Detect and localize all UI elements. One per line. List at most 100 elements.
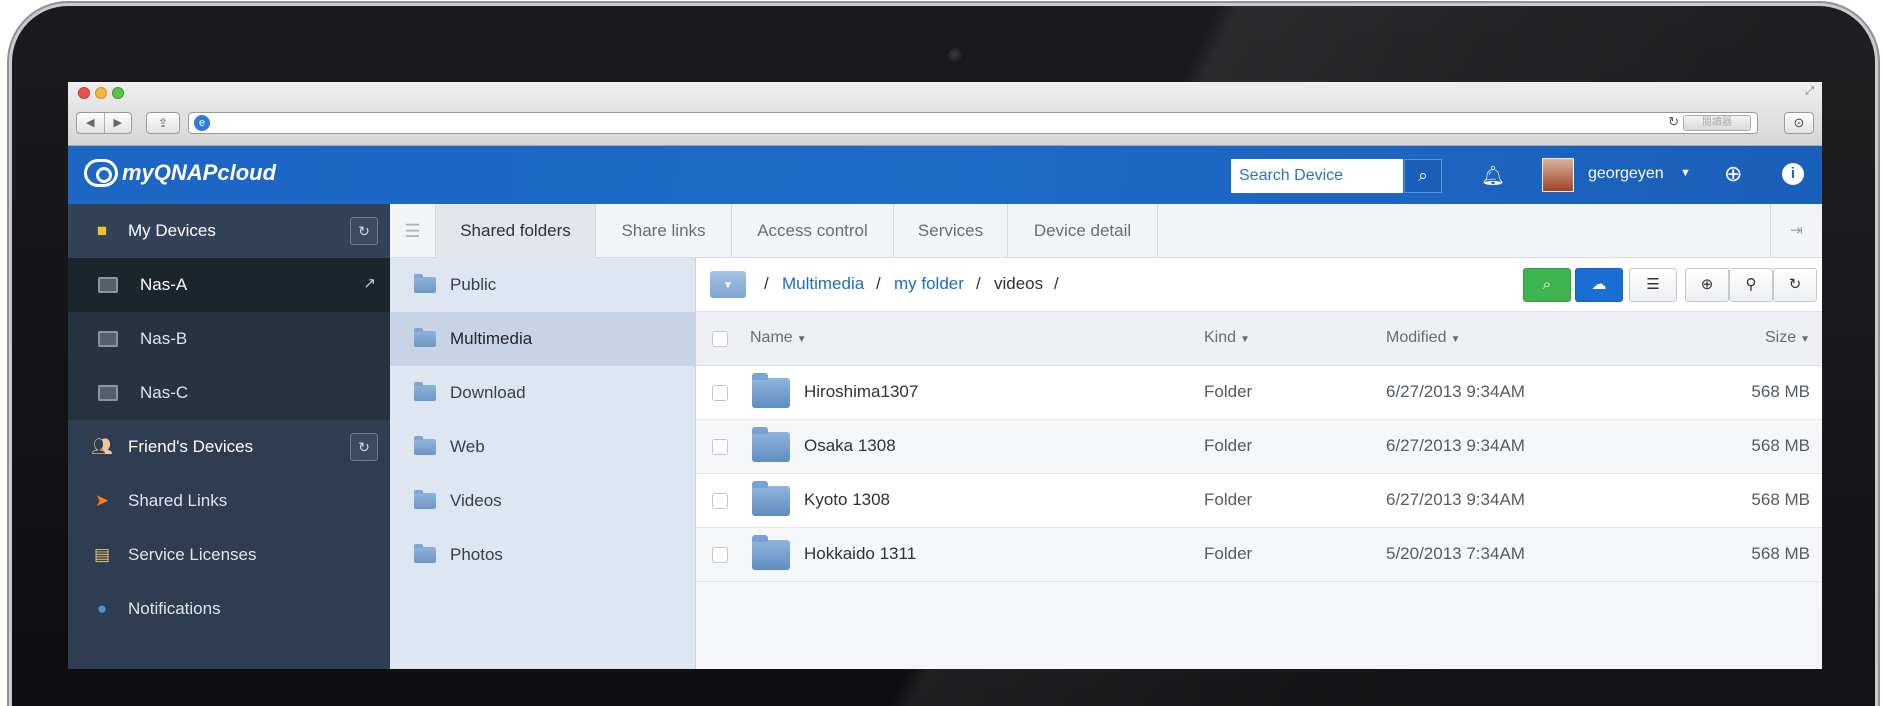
column-modified[interactable]: Modified ▼ xyxy=(1386,329,1460,347)
tab-device-detail[interactable]: Device detail xyxy=(1008,204,1158,258)
sidebar-item-label: Shared Links xyxy=(128,491,228,510)
table-row[interactable]: Hokkaido 1311 Folder 5/20/2013 7:34AM 56… xyxy=(696,528,1822,582)
file-list-header: Name ▼ Kind ▼ Modified ▼ Size ▼ xyxy=(696,312,1822,366)
logo-cloud-icon xyxy=(84,159,118,187)
logo[interactable]: myQNAPcloud xyxy=(84,159,276,187)
sidebar-device-nas-a[interactable]: Nas-A ↗ xyxy=(68,258,390,312)
sort-caret-icon: ▼ xyxy=(796,334,807,345)
address-bar[interactable]: e ↻ 閱讀器 xyxy=(188,112,1758,134)
refresh-files-icon[interactable]: ↻ xyxy=(1773,268,1817,302)
upload-cloud-button[interactable]: ☁ xyxy=(1575,268,1623,302)
sidebar-item-my-devices[interactable]: ■ My Devices ↻ xyxy=(68,204,390,258)
row-checkbox[interactable] xyxy=(712,547,728,563)
tab-access-control[interactable]: Access control xyxy=(732,204,894,258)
external-link-icon[interactable]: ↗ xyxy=(363,274,376,292)
column-name[interactable]: Name ▼ xyxy=(750,329,807,347)
file-kind: Folder xyxy=(1204,544,1253,563)
fullscreen-icon[interactable]: ⤢ xyxy=(1805,85,1814,98)
table-row[interactable]: Kyoto 1308 Folder 6/27/2013 9:34AM 568 M… xyxy=(696,474,1822,528)
folder-icon xyxy=(414,328,436,347)
webcam xyxy=(948,48,964,64)
sidebar-item-friends-devices[interactable]: 👥︎ Friend's Devices ↻ xyxy=(68,420,390,474)
row-checkbox[interactable] xyxy=(712,439,728,455)
file-name[interactable]: Hokkaido 1311 xyxy=(804,544,916,564)
tab-services[interactable]: Services xyxy=(894,204,1008,258)
select-all-checkbox[interactable] xyxy=(712,331,728,347)
bell-icon[interactable]: 🔔︎ xyxy=(1481,164,1505,188)
breadcrumb: ▼ / Multimedia / my folder / videos / ⌕ … xyxy=(696,258,1822,312)
username[interactable]: georgeyen xyxy=(1588,165,1664,183)
folder-item-photos[interactable]: Photos xyxy=(390,528,696,582)
add-icon[interactable]: ⊕ xyxy=(1685,268,1729,302)
folder-label: Public xyxy=(450,275,497,294)
row-checkbox[interactable] xyxy=(712,493,728,509)
sort-caret-icon: ▼ xyxy=(1450,334,1461,345)
sidebar-item-notifications[interactable]: ● Notifications xyxy=(68,582,390,636)
folder-icon xyxy=(414,382,436,401)
folder-icon xyxy=(752,427,790,462)
folder-icon xyxy=(414,490,436,509)
sidebar-item-label: Friend's Devices xyxy=(128,437,254,456)
cube-icon: ■ xyxy=(96,221,108,240)
list-view-button[interactable]: ☰ xyxy=(1629,268,1677,302)
sidebar-device-nas-c[interactable]: Nas-C xyxy=(68,366,390,420)
screen: ⤢ ◀ ▶ ⇪ e ↻ 閱讀器 ⊙ myQNAPcloud ⌕ 🔔︎ georg xyxy=(68,82,1822,669)
table-row[interactable]: Hiroshima1307 Folder 6/27/2013 9:34AM 56… xyxy=(696,366,1822,420)
file-name[interactable]: Hiroshima1307 xyxy=(804,382,918,402)
reader-button[interactable]: 閱讀器 xyxy=(1683,115,1751,131)
pin-icon[interactable]: ⚲ xyxy=(1729,268,1773,302)
refresh-icon[interactable]: ↻ xyxy=(350,433,378,461)
globe-icon[interactable]: ⊕ xyxy=(1724,162,1742,186)
folder-label: Web xyxy=(450,437,485,456)
breadcrumb-my-folder[interactable]: my folder xyxy=(894,274,964,294)
file-size: 568 MB xyxy=(1751,544,1810,563)
breadcrumb-multimedia[interactable]: Multimedia xyxy=(782,274,864,294)
zoom-window-button[interactable] xyxy=(112,87,124,99)
info-icon[interactable]: i xyxy=(1782,163,1804,185)
column-kind[interactable]: Kind ▼ xyxy=(1204,329,1250,347)
chevron-down-icon[interactable]: ▼ xyxy=(1680,167,1691,179)
downloads-icon[interactable]: ⊙ xyxy=(1784,112,1814,134)
sort-caret-icon: ▼ xyxy=(1240,334,1250,345)
folder-item-videos[interactable]: Videos xyxy=(390,474,696,528)
sort-caret-icon: ▼ xyxy=(1800,334,1810,345)
browser-toolbar: ⤢ ◀ ▶ ⇪ e ↻ 閱讀器 ⊙ xyxy=(68,82,1822,146)
tab-share-links[interactable]: Share links xyxy=(596,204,732,258)
collapse-panel-icon[interactable]: ☰ xyxy=(390,204,436,258)
reload-icon[interactable]: ↻ xyxy=(1668,114,1679,130)
column-label: Size xyxy=(1764,329,1797,346)
notification-bell-icon: ● xyxy=(96,599,108,618)
folder-item-download[interactable]: Download xyxy=(390,366,696,420)
row-checkbox[interactable] xyxy=(712,385,728,401)
file-name[interactable]: Osaka 1308 xyxy=(804,436,896,456)
search-files-button[interactable]: ⌕ xyxy=(1523,268,1571,302)
folder-dropdown-icon[interactable]: ▼ xyxy=(710,271,746,298)
close-window-button[interactable] xyxy=(78,87,90,99)
folder-label: Download xyxy=(450,383,526,402)
back-icon[interactable]: ◀ xyxy=(77,113,104,133)
share-icon[interactable]: ⇪ xyxy=(146,112,180,134)
search-icon[interactable]: ⌕ xyxy=(1404,159,1442,193)
sidebar-item-label: My Devices xyxy=(128,221,216,240)
column-size[interactable]: Size ▼ xyxy=(1765,329,1810,347)
refresh-icon[interactable]: ↻ xyxy=(350,217,378,245)
file-modified: 6/27/2013 9:34AM xyxy=(1386,490,1525,509)
forward-icon[interactable]: ▶ xyxy=(103,113,132,133)
folder-item-multimedia[interactable]: Multimedia xyxy=(390,312,696,366)
logout-icon[interactable]: ⇥ xyxy=(1770,204,1822,258)
nas-device-icon xyxy=(98,385,118,401)
sidebar-device-nas-b[interactable]: Nas-B xyxy=(68,312,390,366)
search-device-input[interactable] xyxy=(1231,159,1403,193)
sidebar-item-service-licenses[interactable]: ▤ Service Licenses xyxy=(68,528,390,582)
table-row[interactable]: Osaka 1308 Folder 6/27/2013 9:34AM 568 M… xyxy=(696,420,1822,474)
folder-item-public[interactable]: Public xyxy=(390,258,696,312)
folder-item-web[interactable]: Web xyxy=(390,420,696,474)
minimize-window-button[interactable] xyxy=(95,87,107,99)
avatar[interactable] xyxy=(1542,158,1574,192)
site-globe-icon: e xyxy=(194,115,210,131)
file-name[interactable]: Kyoto 1308 xyxy=(804,490,890,510)
tab-shared-folders[interactable]: Shared folders xyxy=(436,204,596,258)
column-label: Name xyxy=(750,329,793,346)
sidebar-item-shared-links[interactable]: ➤ Shared Links xyxy=(68,474,390,528)
shared-folder-list: Public Multimedia Download Web Videos Ph… xyxy=(390,258,696,669)
